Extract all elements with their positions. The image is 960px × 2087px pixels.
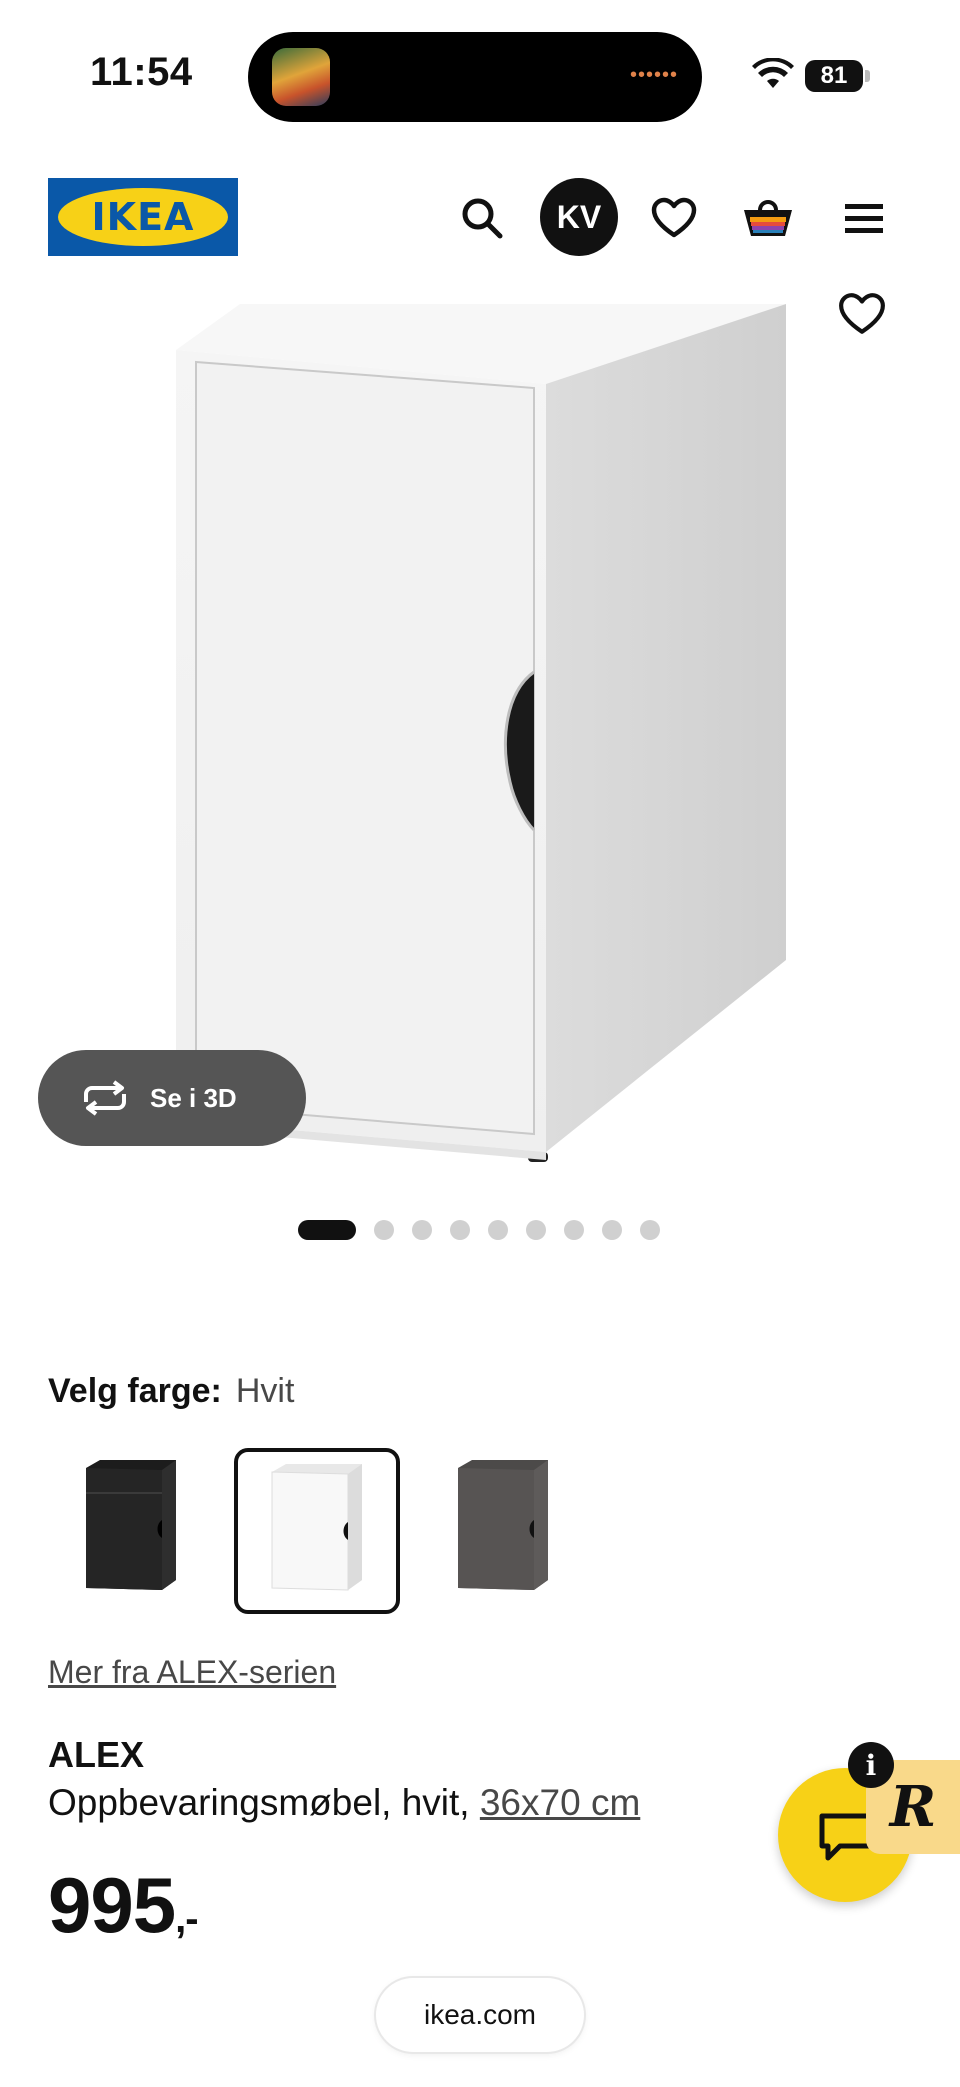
gallery-pagination[interactable] [298, 1220, 660, 1240]
color-swatch-grey[interactable] [420, 1448, 586, 1614]
wifi-icon [752, 58, 794, 88]
now-playing-app-icon[interactable] [272, 48, 330, 106]
price-amount: 995 [48, 1861, 176, 1949]
product-description: Oppbevaringsmøbel, hvit, 36x70 cm [48, 1782, 640, 1824]
product-size-link[interactable]: 36x70 cm [480, 1782, 640, 1823]
color-swatch-white[interactable] [234, 1448, 400, 1614]
color-value: Hvit [235, 1372, 295, 1410]
view-3d-label: Se i 3D [150, 1082, 237, 1113]
gallery-dot[interactable] [640, 1220, 660, 1240]
gallery-dot[interactable] [298, 1220, 356, 1240]
gallery-dot[interactable] [374, 1220, 394, 1240]
gallery-dot[interactable] [602, 1220, 622, 1240]
logo-oval: IKEA [58, 188, 228, 246]
product-price: 995,- [48, 1860, 199, 1951]
gallery-dot[interactable] [450, 1220, 470, 1240]
menu-icon[interactable] [836, 190, 892, 246]
gallery-dot[interactable] [412, 1220, 432, 1240]
image-favorite-heart-icon[interactable] [838, 292, 894, 348]
price-suffix: ,- [175, 1897, 198, 1941]
island-activity-dots: •••••• [629, 64, 678, 86]
search-icon[interactable] [454, 190, 510, 246]
battery-indicator: 81 [805, 60, 863, 92]
shopping-basket-icon[interactable] [740, 190, 796, 246]
color-label: Velg farge: [48, 1372, 222, 1410]
color-selection-row: Velg farge: Hvit [48, 1372, 294, 1411]
battery-tip [865, 70, 870, 82]
gallery-dot[interactable] [488, 1220, 508, 1240]
logo-text: IKEA [91, 195, 195, 239]
rotate-3d-icon [84, 1080, 126, 1116]
favorites-heart-icon[interactable] [646, 190, 702, 246]
product-name: ALEX [48, 1734, 145, 1775]
ikea-logo[interactable]: IKEA [48, 178, 238, 256]
gallery-dot[interactable] [564, 1220, 584, 1240]
gallery-dot[interactable] [526, 1220, 546, 1240]
info-icon[interactable]: i [848, 1742, 894, 1788]
color-swatch-black[interactable] [48, 1448, 214, 1614]
user-avatar[interactable]: KV [540, 178, 618, 256]
status-time: 11:54 [90, 50, 193, 94]
dynamic-island: •••••• [248, 32, 702, 122]
series-link[interactable]: Mer fra ALEX-serien [48, 1654, 336, 1691]
view-3d-button[interactable]: Se i 3D [38, 1050, 306, 1146]
product-image[interactable] [0, 300, 960, 1180]
browser-url-bar[interactable]: ikea.com [376, 1978, 584, 2052]
product-description-text: Oppbevaringsmøbel, hvit, [48, 1782, 480, 1823]
